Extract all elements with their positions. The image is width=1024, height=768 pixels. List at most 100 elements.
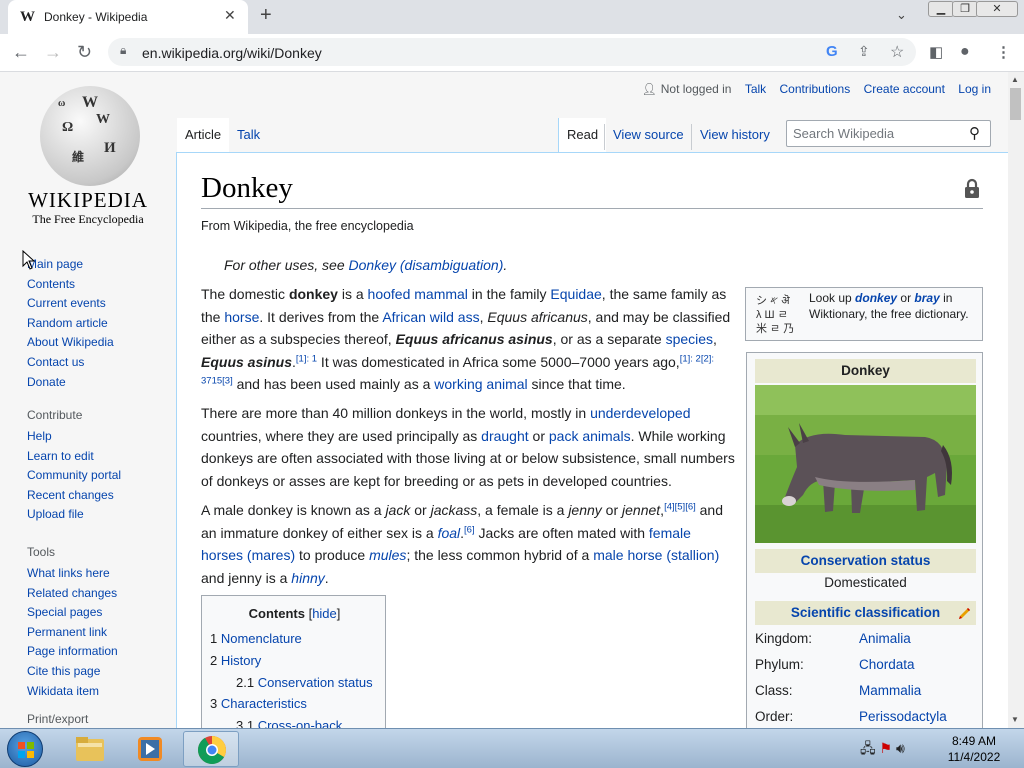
close-tab-icon[interactable]: ✕	[224, 7, 236, 24]
link-equidae[interactable]: Equidae	[550, 286, 601, 302]
url-text[interactable]: en.wikipedia.org/wiki/Donkey	[142, 45, 322, 61]
toc-hide-link[interactable]: hide	[312, 606, 337, 621]
citation-link[interactable]: [6]	[685, 501, 696, 512]
sidebar-item-community-portal[interactable]: Community portal	[27, 466, 121, 486]
tab-view-source[interactable]: View source	[605, 118, 692, 152]
link-male-horse[interactable]: male horse (stallion)	[593, 547, 719, 563]
browser-tab[interactable]: W Donkey - Wikipedia ✕	[8, 0, 248, 34]
tab-view-history[interactable]: View history	[692, 118, 778, 152]
sidebar-item-wikidata-item[interactable]: Wikidata item	[27, 682, 118, 702]
link-hinny[interactable]: hinny	[291, 570, 324, 586]
scientific-classification-heading[interactable]: Scientific classification	[755, 601, 976, 625]
lock-icon[interactable]: 🔒︎	[120, 43, 126, 58]
scroll-down-icon[interactable]: ▼	[1011, 715, 1019, 724]
infobox-row-value-link[interactable]: Chordata	[859, 657, 915, 672]
link-foal[interactable]: foal	[438, 525, 461, 541]
close-window-button[interactable]: ✕	[976, 1, 1018, 17]
infobox-row-value-link[interactable]: Animalia	[859, 631, 911, 646]
donkey-photo[interactable]	[755, 385, 976, 543]
edit-pencil-icon[interactable]	[957, 606, 972, 621]
link-african-wild-ass[interactable]: African wild ass	[382, 309, 479, 325]
wiktionary-link-bray[interactable]: bray	[914, 291, 939, 305]
sidebar-item-related-changes[interactable]: Related changes	[27, 584, 118, 604]
sidebar-item-what-links-here[interactable]: What links here	[27, 564, 118, 584]
infobox-row-value-link[interactable]: Mammalia	[859, 683, 921, 698]
infobox-row-value-link[interactable]: Perissodactyla	[859, 709, 947, 724]
sidebar-item-cite-this-page[interactable]: Cite this page	[27, 662, 118, 682]
link-mules[interactable]: mules	[369, 547, 406, 563]
toc-entry[interactable]: 1 Nomenclature	[210, 631, 302, 646]
tab-article[interactable]: Article	[177, 118, 230, 152]
forward-icon[interactable]: →	[44, 42, 62, 63]
volume-icon[interactable]: 🔊︎	[896, 740, 905, 756]
side-panel-icon[interactable]: ◧	[929, 43, 943, 61]
link-underdeveloped[interactable]: underdeveloped	[590, 405, 690, 421]
link-species[interactable]: species	[666, 331, 713, 347]
sidebar-item-donate[interactable]: Donate	[27, 373, 114, 393]
log-in-link[interactable]: Log in	[958, 82, 991, 96]
protection-lock-icon[interactable]	[964, 178, 980, 198]
start-button[interactable]	[7, 731, 43, 767]
sidebar-item-current-events[interactable]: Current events	[27, 294, 114, 314]
new-tab-icon[interactable]: +	[260, 4, 272, 27]
sidebar-item-about-wikipedia[interactable]: About Wikipedia	[27, 333, 114, 353]
back-icon[interactable]: ←	[12, 42, 30, 63]
toc-entry[interactable]: 2.1 Conservation status	[236, 675, 373, 690]
link-horse[interactable]: horse	[224, 309, 259, 325]
share-icon[interactable]: ⇪	[858, 43, 870, 60]
link-draught[interactable]: draught	[481, 428, 528, 444]
toc-entry[interactable]: 3 Characteristics	[210, 696, 307, 711]
sidebar-item-recent-changes[interactable]: Recent changes	[27, 486, 121, 506]
sidebar-item-contact-us[interactable]: Contact us	[27, 353, 114, 373]
citation-link[interactable]: [5]	[675, 501, 686, 512]
link-pack-animals[interactable]: pack animals	[549, 428, 631, 444]
file-explorer-taskbar-button[interactable]	[62, 731, 118, 767]
google-lens-icon[interactable]: G	[826, 43, 838, 60]
citation-link[interactable]: [4]	[664, 501, 675, 512]
action-center-flag-icon[interactable]: ⚑	[880, 740, 893, 756]
citation-link[interactable]: [6]	[464, 524, 475, 535]
search-input[interactable]: Search Wikipedia ⚲	[786, 120, 991, 147]
taskbar-clock[interactable]: 8:49 AM 11/4/2022	[934, 733, 1014, 765]
reload-icon[interactable]: ↻	[77, 42, 92, 63]
citation-link[interactable]: [1]: 1	[296, 353, 317, 364]
talk-link[interactable]: Talk	[745, 82, 766, 96]
media-player-taskbar-button[interactable]	[122, 731, 178, 767]
bookmark-star-icon[interactable]: ☆	[890, 42, 904, 62]
sidebar-item-random-article[interactable]: Random article	[27, 314, 114, 334]
link-working-animal[interactable]: working animal	[434, 376, 527, 392]
network-icon[interactable]: 🖧︎	[860, 740, 876, 756]
scrollbar-thumb[interactable]	[1010, 88, 1021, 120]
toc-entry[interactable]: 2 History	[210, 653, 261, 668]
tab-talk[interactable]: Talk	[229, 118, 268, 152]
sidebar-item-permanent-link[interactable]: Permanent link	[27, 623, 118, 643]
conservation-status-heading[interactable]: Conservation status	[755, 549, 976, 573]
citation-link[interactable]: [3]	[222, 376, 233, 387]
wiktionary-link-donkey[interactable]: donkey	[855, 291, 897, 305]
sidebar-item-special-pages[interactable]: Special pages	[27, 603, 118, 623]
tab-read[interactable]: Read	[558, 118, 607, 152]
citation-link[interactable]: [1]: 2	[680, 353, 701, 364]
chrome-taskbar-button[interactable]	[183, 731, 239, 767]
sidebar-item-main-page[interactable]: Main page	[27, 255, 114, 275]
page-scrollbar[interactable]: ▲ ▼	[1008, 72, 1024, 728]
sidebar-item-learn-to-edit[interactable]: Learn to edit	[27, 447, 121, 467]
menu-kebab-icon[interactable]: ⋮	[996, 43, 1011, 61]
sidebar-item-help[interactable]: Help	[27, 427, 121, 447]
toc-entry[interactable]: 3.1 Cross-on-back	[236, 718, 342, 728]
sidebar-item-page-information[interactable]: Page information	[27, 642, 118, 662]
restore-button[interactable]: ❐	[952, 1, 978, 17]
link-hoofed-mammal[interactable]: hoofed mammal	[368, 286, 468, 302]
contributions-link[interactable]: Contributions	[780, 82, 851, 96]
address-bar[interactable]: 🔒︎ en.wikipedia.org/wiki/Donkey G ⇪ ☆	[108, 38, 916, 66]
tab-search-chevron-icon[interactable]: ⌄	[896, 7, 907, 23]
scroll-up-icon[interactable]: ▲	[1011, 75, 1019, 84]
minimize-button[interactable]: ▁	[928, 1, 954, 17]
puzzle-globe-icon: W Ω W 維 И ω	[40, 86, 140, 186]
search-icon[interactable]: ⚲	[969, 124, 980, 142]
profile-avatar-icon[interactable]: ●	[960, 43, 970, 61]
sidebar-item-contents[interactable]: Contents	[27, 275, 114, 295]
create-account-link[interactable]: Create account	[864, 82, 945, 96]
sidebar-item-upload-file[interactable]: Upload file	[27, 505, 121, 525]
disambiguation-link[interactable]: Donkey (disambiguation)	[349, 257, 504, 273]
